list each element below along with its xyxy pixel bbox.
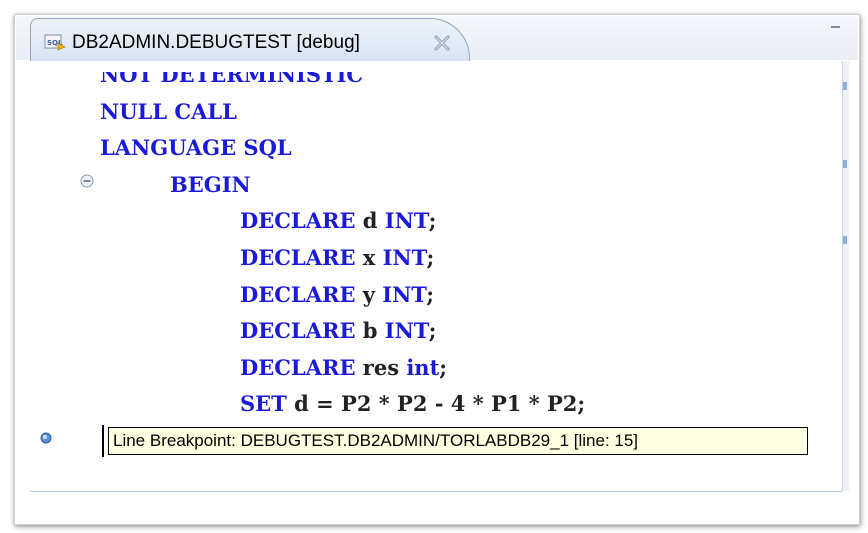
text-cursor [102,425,104,457]
sql-identifier: res [355,354,407,380]
sql-identifier: ; [428,208,437,234]
code-line[interactable]: DECLARE y INT; [240,282,434,308]
sql-identifier: ; [428,318,437,344]
sql-identifier: ; [426,281,434,307]
sql-keyword: DECLARE [240,281,356,307]
sql-identifier: d [355,208,385,234]
code-line[interactable]: DECLARE b INT; [240,318,436,344]
sql-keyword: SET [240,391,287,417]
sql-keyword: INT [384,208,429,234]
sql-identifier: ; [426,245,435,270]
editor-tab-title: DB2ADMIN.DEBUGTEST [debug] [72,32,360,53]
editor-bottom-border [30,491,842,492]
sql-file-icon: SQL [44,34,66,51]
sql-keyword: int [406,354,440,380]
sql-keyword: BEGIN [170,171,251,197]
code-line[interactable]: BEGIN [170,172,251,198]
vertical-ruler [30,61,60,491]
code-line[interactable]: LANGUAGE SQL [100,135,292,161]
collapse-icon[interactable] [80,174,94,188]
breakpoint-tooltip: Line Breakpoint: DEBUGTEST.DB2ADMIN/TORL… [108,427,808,455]
sql-identifier: b [355,318,385,344]
sql-keyword: DECLARE [240,208,356,234]
code-line[interactable]: SET d = P2 * P2 - 4 * P1 * P2; [240,391,585,417]
overview-marker[interactable] [843,82,847,90]
breakpoint-icon[interactable] [40,432,52,444]
sql-keyword: INT [384,318,429,344]
sql-keyword: INT [382,245,427,270]
sql-keyword: NULL CALL [100,98,237,124]
sql-keyword: LANGUAGE SQL [100,135,292,161]
close-icon[interactable] [432,33,452,53]
code-line[interactable]: DECLARE d INT; [240,208,436,234]
sql-identifier: ; [439,354,448,380]
code-line[interactable]: NULL CALL [100,99,237,125]
overview-marker[interactable] [843,236,847,244]
sql-identifier: d = P2 * P2 - 4 * P1 * P2; [286,391,586,417]
sql-identifier: x [355,245,383,270]
minimize-icon[interactable] [829,20,841,34]
overview-marker[interactable] [843,160,847,168]
sql-keyword: DECLARE [240,318,356,344]
code-line[interactable]: DECLARE x INT; [240,245,434,271]
sql-keyword: DECLARE [240,245,356,270]
overview-ruler[interactable] [842,61,849,491]
code-line[interactable]: DECLARE res int; [240,355,447,381]
sql-keyword: DECLARE [240,354,356,380]
sql-keyword: INT [382,281,427,307]
sql-identifier: y [355,281,383,307]
